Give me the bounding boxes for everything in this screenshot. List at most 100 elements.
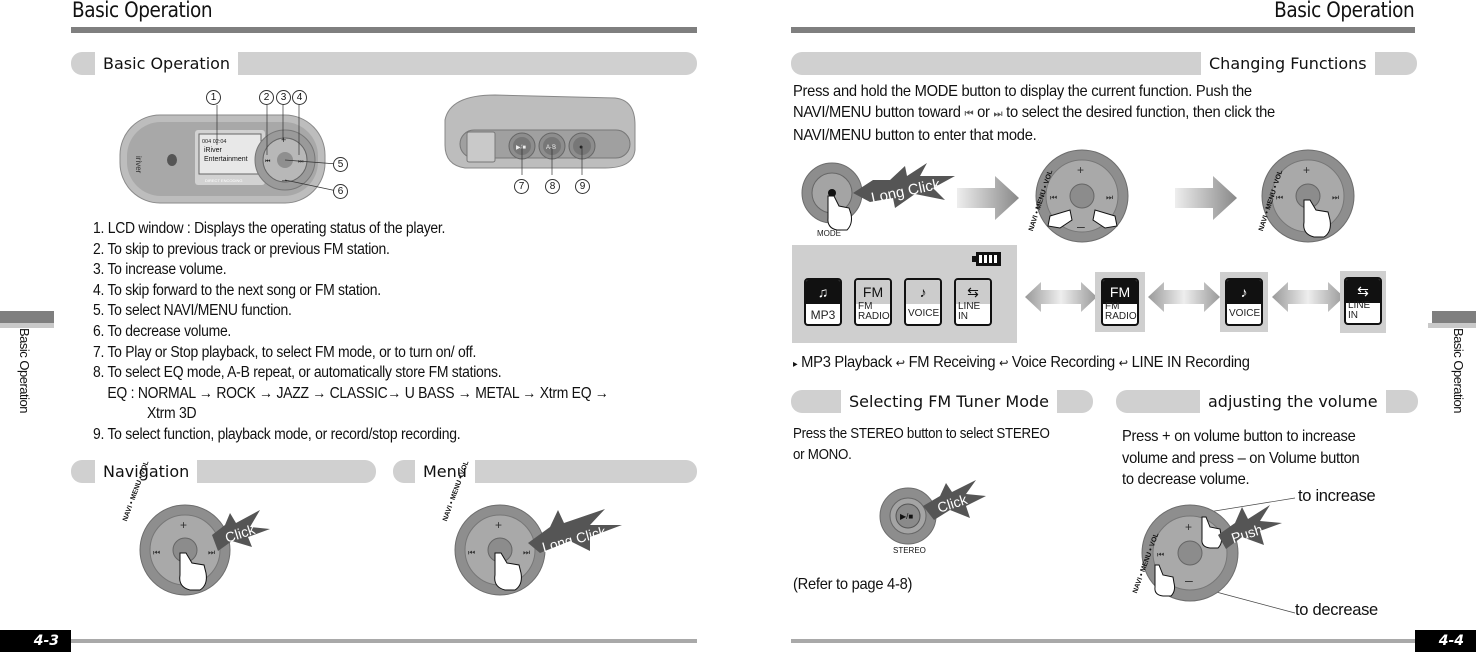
- svg-text:⏭: ⏭: [1106, 193, 1113, 202]
- navi-dial-click-illustration: + ⏮ ⏭ Click: [139, 504, 270, 596]
- arrow-right-icon: →: [259, 384, 273, 402]
- function-icon-fm-radio[interactable]: FM FM RADIO: [1101, 278, 1139, 326]
- changing-functions-paragraph: Press and hold the MODE button to displa…: [793, 81, 1275, 146]
- function-icon-voice[interactable]: ♪ VOICE: [1225, 278, 1263, 326]
- navi-dial-volume-push-illustration: + – ⏮ Push: [1141, 497, 1296, 614]
- eq-mode: NORMAL: [137, 384, 196, 402]
- sequence-voice: ♪ VOICE: [1220, 272, 1268, 332]
- function-list: 1. LCD window : Displays the operating s…: [93, 219, 609, 446]
- list-item: 6. To decrease volume.: [93, 322, 232, 340]
- navi-dial-long-click-illustration: + ⏮ ⏭ Long Click: [454, 504, 622, 596]
- eq-mode: Xtrm 3D: [147, 405, 197, 423]
- svg-text:●: ●: [579, 144, 583, 151]
- section-heading: Selecting FM Tuner Mode: [841, 390, 1058, 413]
- svg-text:–: –: [1077, 218, 1085, 234]
- list-item: 2. To skip to previous track or previous…: [93, 240, 390, 258]
- sequence-fm-radio: FM FM RADIO: [1095, 272, 1145, 332]
- para-text: or: [977, 104, 990, 121]
- function-icon-line-in[interactable]: ⇆ LINE IN: [1344, 277, 1382, 325]
- cycle-item: FM Receiving: [908, 354, 996, 371]
- page-title: Basic Operation: [1273, 0, 1415, 22]
- side-tab-label: Basic Operation: [17, 328, 32, 413]
- section-heading: adjusting the volume: [1200, 390, 1386, 413]
- return-arrow-icon: ↩: [1118, 356, 1128, 370]
- function-icon-mp3[interactable]: ♫ MP3: [804, 278, 842, 326]
- eq-mode: JAZZ: [276, 384, 309, 402]
- para-line: volume and press – on Volume button: [1122, 449, 1360, 467]
- list-item: 5. To select NAVI/MENU function.: [93, 302, 292, 320]
- svg-text:Entertainment: Entertainment: [204, 156, 248, 163]
- para-line: NAVI/MENU button to enter that mode.: [793, 127, 1037, 144]
- play-stop-icon: ▶/■: [900, 512, 913, 521]
- section-header-menu: Menu: [393, 460, 697, 483]
- device-front-illustration: 004 02:04 iRiver Entertainment DIRECT EN…: [119, 105, 338, 204]
- callout-1: 1: [206, 90, 221, 105]
- svg-text:⏮: ⏮: [1050, 193, 1057, 202]
- function-icon-label: MP3: [810, 308, 836, 322]
- list-item: 7. To Play or Stop playback, to select F…: [93, 343, 477, 361]
- para-line: Press and hold the MODE button to displa…: [793, 83, 1252, 100]
- sequence-line-in: ⇆ LINE IN: [1340, 271, 1386, 333]
- arrow-right-icon: [1175, 176, 1237, 220]
- para-line: Press + on volume button to increase: [1122, 428, 1356, 445]
- side-tab-label: Basic Operation: [1451, 328, 1466, 413]
- para-line: NAVI/MENU button toward ⏮ or ⏭ to select…: [793, 102, 1275, 125]
- page-number: 4-4: [1415, 630, 1476, 652]
- device-side-illustration: ▶/■ A-B ●: [444, 94, 636, 175]
- arrow-right-icon: →: [522, 384, 537, 402]
- eq-mode: Xtrm EQ: [539, 384, 592, 402]
- double-arrow-icon: [1025, 282, 1097, 312]
- section-header-navigation: Navigation: [71, 460, 376, 483]
- function-icon-label: LINE IN: [958, 301, 981, 322]
- svg-text:+: +: [281, 135, 286, 145]
- return-arrow-icon: ↩: [999, 356, 1009, 370]
- section-heading: Basic Operation: [95, 52, 239, 75]
- function-icon-label: VOICE: [1229, 308, 1261, 319]
- para-line: Press the STEREO button to select STEREO: [793, 426, 1050, 442]
- bullet-icon: ▸: [793, 359, 798, 370]
- svg-text:–: –: [1185, 572, 1193, 588]
- svg-text:+: +: [180, 518, 187, 532]
- svg-text:+: +: [1077, 163, 1084, 177]
- function-icon-line-in[interactable]: ⇆ LINE IN: [954, 278, 992, 326]
- function-icon-label: VOICE: [908, 308, 940, 319]
- callout-to-decrease: to decrease: [1295, 601, 1378, 619]
- list-item: 8. To select EQ mode, A-B repeat, or aut…: [93, 364, 502, 382]
- double-arrow-icon: [1148, 282, 1220, 312]
- section-heading: Changing Functions: [1201, 52, 1375, 75]
- svg-text:+: +: [1185, 520, 1192, 534]
- fm-tuner-paragraph: Press the STEREO button to select STEREO…: [793, 424, 1050, 466]
- function-icon-fm-radio[interactable]: FM FM RADIO: [854, 278, 892, 326]
- return-arrow-icon: ↩: [895, 356, 905, 370]
- eq-sequence: EQ : NORMAL → ROCK → JAZZ → CLASSIC→ U B…: [93, 384, 609, 405]
- svg-text:⏮: ⏮: [153, 548, 160, 557]
- svg-text:⏮: ⏮: [468, 548, 475, 557]
- function-icon-voice[interactable]: ♪ VOICE: [904, 278, 942, 326]
- title-rule: [791, 27, 1415, 33]
- music-note-icon: ♫: [806, 280, 840, 304]
- svg-text:⏭: ⏭: [208, 548, 215, 557]
- arrow-right-icon: →: [387, 384, 402, 402]
- voice-icon: ♪: [1227, 280, 1261, 304]
- para-line: or MONO.: [793, 447, 852, 463]
- section-header-fm-tuner: Selecting FM Tuner Mode: [791, 390, 1093, 413]
- cycle-item: Voice Recording: [1011, 354, 1115, 371]
- arrow-right-icon: →: [457, 384, 472, 402]
- svg-text:+: +: [1303, 163, 1310, 177]
- svg-text:+: +: [495, 518, 502, 532]
- svg-text:A-B: A-B: [546, 145, 556, 151]
- svg-text:⏮: ⏮: [1157, 550, 1164, 559]
- arrow-right-icon: →: [594, 384, 609, 402]
- list-item: 4. To skip forward to the next song or F…: [93, 281, 381, 299]
- para-text: to select the desired function, then cli…: [1006, 104, 1275, 121]
- svg-text:⏭: ⏭: [1332, 193, 1339, 202]
- arrow-right-icon: [957, 176, 1019, 220]
- list-item: 9. To select function, playback mode, or…: [93, 425, 461, 443]
- svg-text:iriver: iriver: [134, 156, 143, 174]
- section-header-volume: adjusting the volume: [1116, 390, 1418, 413]
- list-item: 3. To increase volume.: [93, 261, 227, 279]
- next-track-icon: ⏭: [993, 108, 1003, 120]
- cycle-item: MP3 Playback: [801, 354, 892, 371]
- eq-mode: U BASS: [404, 384, 455, 402]
- previous-track-icon: ⏮: [964, 108, 974, 120]
